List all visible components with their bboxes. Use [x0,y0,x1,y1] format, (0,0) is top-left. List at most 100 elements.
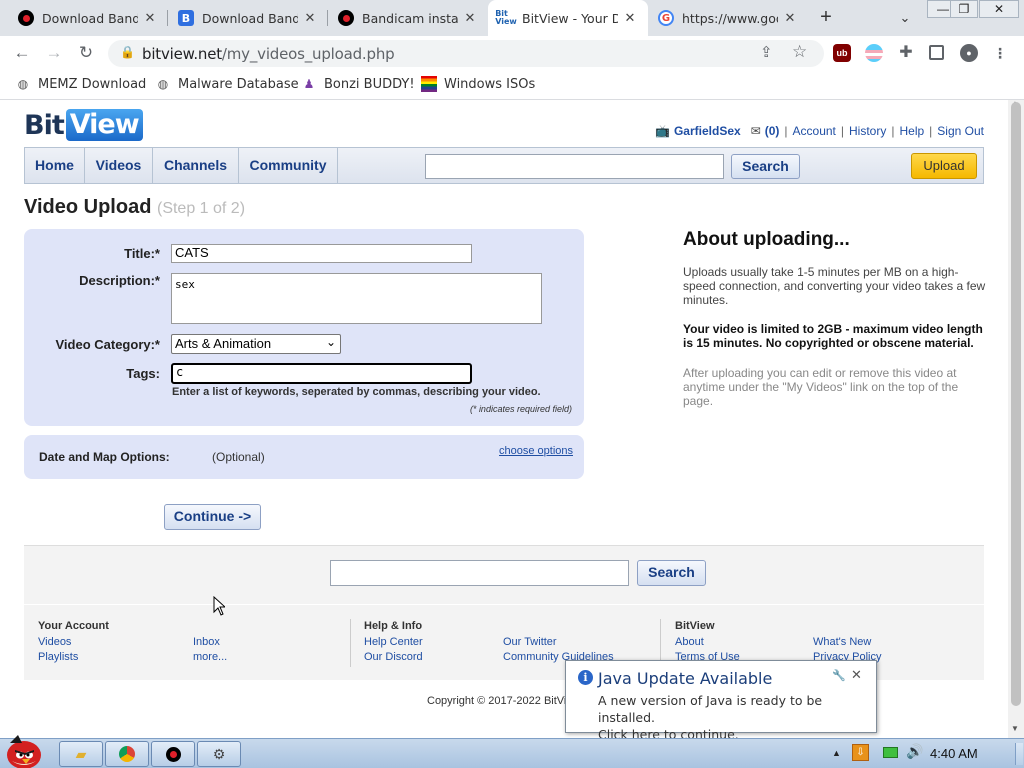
taskbar: ▰ ⚙ ▲ ⇩ 🔊 4:40 AM [0,735,1024,768]
new-tab-button[interactable]: + [814,6,838,30]
continue-button[interactable]: Continue -> [164,504,261,530]
share-icon[interactable]: ⇪ [760,43,773,61]
close-window-button[interactable]: ✕ [979,0,1019,18]
about-paragraph-1: Uploads usually take 1-5 minutes per MB … [683,265,986,307]
inbox-count[interactable]: (0) [765,124,780,138]
category-select[interactable]: Arts & Animation ⌄ [171,334,341,354]
java-tray-icon[interactable]: ⇩ [852,744,869,761]
url-text: bitview.net/my_videos_upload.php [142,45,395,63]
tab-bandicam-install[interactable]: Bandicam install ✕ [328,0,488,36]
back-button[interactable]: ← [9,40,35,66]
bandicam-taskbar-button[interactable] [151,741,195,767]
choose-options-link[interactable]: choose options [499,445,573,457]
footer-search-button[interactable]: Search [637,560,706,586]
bookmark-star-icon[interactable]: ☆ [792,42,807,62]
wrench-icon[interactable]: 🔧 [832,669,846,682]
tab-close-icon[interactable]: ✕ [782,10,798,26]
tab-close-icon[interactable]: ✕ [302,10,318,26]
profile-avatar-icon[interactable]: ● [960,44,978,62]
tags-hint: Enter a list of keywords, seperated by c… [172,386,541,398]
bookmark-malware-database[interactable]: ◍ Malware Database [155,76,299,92]
footer-videos-link[interactable]: Videos [38,636,71,648]
title-input[interactable]: CATS [171,244,472,263]
history-link[interactable]: History [849,124,886,138]
nav-videos[interactable]: Videos [85,148,153,183]
discord-link[interactable]: Our Discord [364,651,423,663]
reload-button[interactable]: ↻ [73,40,99,66]
address-bar[interactable]: 🔒 bitview.net/my_videos_upload.php ⇪ ☆ [108,40,824,67]
header-search-button[interactable]: Search [731,154,800,179]
help-info-heading: Help & Info [364,620,423,632]
close-icon[interactable]: ✕ [851,667,862,683]
whats-new-link[interactable]: What's New [813,636,871,648]
forward-button[interactable]: → [41,40,67,66]
chrome-button[interactable] [105,741,149,767]
tab-download-bandicam-1[interactable]: Download Bandi ✕ [8,0,168,36]
tags-input[interactable]: c [171,363,472,384]
username-link[interactable]: GarfieldSex [674,124,741,138]
settings-taskbar-button[interactable]: ⚙ [197,741,241,767]
file-explorer-button[interactable]: ▰ [59,741,103,767]
bitview-logo[interactable]: Bit View [24,109,143,141]
tab-bitview[interactable]: Bit View BitView - Your D ✕ [488,0,648,36]
mail-icon[interactable]: ✉ [751,124,761,138]
help-center-link[interactable]: Help Center [364,636,423,648]
nav-home[interactable]: Home [25,148,85,183]
mouse-cursor-icon [213,596,225,616]
chevron-down-icon: ⌄ [325,335,336,349]
extensions-puzzle-icon[interactable]: ✚ [897,44,915,62]
your-account-heading: Your Account [38,620,109,632]
bitview-heading: BitView [675,620,715,632]
tab-close-icon[interactable]: ✕ [462,10,478,26]
bookmark-windows-isos[interactable]: Windows ISOs [421,76,535,92]
footer-playlists-link[interactable]: Playlists [38,651,78,663]
nav-community[interactable]: Community [239,148,338,183]
restore-button[interactable]: ❐ [950,0,978,18]
account-link[interactable]: Account [793,124,836,138]
twitter-link[interactable]: Our Twitter [503,636,557,648]
ublock-icon[interactable]: ub [833,44,851,62]
bookmark-memz[interactable]: ◍ MEMZ Download [15,76,147,92]
record-icon [18,10,34,26]
show-hidden-icons[interactable]: ▲ [832,748,841,758]
menu-icon[interactable]: ⋮ [993,44,1007,62]
date-map-options: Date and Map Options: (Optional) choose … [24,435,584,479]
clock[interactable]: 4:40 AM [930,746,978,761]
sidebar-icon[interactable] [929,45,944,60]
upload-button[interactable]: Upload [911,153,977,179]
java-update-notification[interactable]: i Java Update Available A new version of… [565,660,877,742]
footer-inbox-link[interactable]: Inbox [193,636,220,648]
tab-download-bandicam-2[interactable]: B Download Bandi ✕ [168,0,328,36]
bonzi-icon: ♟ [303,77,315,91]
scrollbar-thumb[interactable] [1011,102,1021,706]
notification-title: Java Update Available [598,669,773,688]
nav-channels[interactable]: Channels [153,148,239,183]
bookmark-bonzi-buddy[interactable]: ♟ Bonzi BUDDY! [301,76,415,92]
tab-title: Bandicam install [362,10,458,26]
volume-icon[interactable]: 🔊 [906,743,923,760]
required-note: (* indicates required field) [469,404,572,414]
description-textarea[interactable]: sex [171,273,542,324]
header-search-input[interactable] [425,154,724,179]
separator: | [840,124,845,138]
flag-extension-icon[interactable] [865,44,883,62]
sign-out-link[interactable]: Sign Out [937,124,984,138]
show-desktop-button[interactable] [1015,743,1023,765]
tab-search-button[interactable]: ⌄ [893,7,917,29]
page-scrollbar[interactable]: ▲ ▼ [1008,99,1024,738]
title-label: Title:* [124,246,160,261]
google-icon: G [658,10,674,26]
tab-close-icon[interactable]: ✕ [142,10,158,26]
scroll-down-icon[interactable]: ▼ [1011,724,1019,733]
footer-more-link[interactable]: more... [193,651,227,663]
tab-close-icon[interactable]: ✕ [622,10,638,26]
tab-google[interactable]: G https://www.goo ✕ [648,0,808,36]
help-link[interactable]: Help [899,124,924,138]
footer-search-input[interactable] [330,560,629,586]
network-icon[interactable] [883,747,898,758]
description-label: Description:* [79,273,160,288]
start-button-angry-bird-icon[interactable] [4,731,44,768]
bookmarks-bar: ◍ MEMZ Download ◍ Malware Database ♟ Bon… [0,70,1024,100]
notification-body[interactable]: A new version of Java is ready to be ins… [598,692,876,743]
about-link[interactable]: About [675,636,704,648]
